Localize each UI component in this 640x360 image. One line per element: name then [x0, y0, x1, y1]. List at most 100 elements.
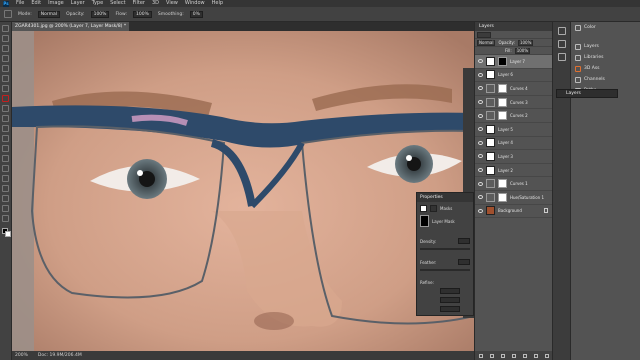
quick-select-tool-icon[interactable] — [2, 55, 9, 62]
layer-thumbnail[interactable] — [486, 56, 495, 66]
color-panel-item[interactable]: Color — [571, 22, 640, 33]
layer-name[interactable]: Layer 4 — [498, 140, 513, 145]
type-tool-icon[interactable] — [2, 175, 9, 182]
pen-tool-icon[interactable] — [2, 165, 9, 172]
trash-icon[interactable] — [545, 353, 550, 358]
flow-field[interactable]: 100% — [133, 10, 152, 18]
invert-button[interactable] — [440, 306, 460, 312]
color-panel-icon[interactable] — [558, 27, 566, 35]
brush-tool-icon[interactable] — [2, 95, 9, 102]
eye-visibility-icon[interactable] — [478, 59, 483, 64]
layer-name[interactable]: Layer 6 — [498, 72, 513, 77]
adjustment-thumbnail-icon[interactable] — [486, 97, 495, 107]
adjustment-thumbnail-icon[interactable] — [486, 111, 495, 121]
adjustments-panel-icon[interactable] — [558, 53, 566, 61]
layer-mask-thumbnail[interactable] — [498, 97, 507, 107]
adjustment-layer-icon[interactable] — [511, 353, 516, 358]
layer-row[interactable]: Layer 4 — [475, 137, 552, 151]
layer-name[interactable]: Layer 2 — [498, 168, 513, 173]
libraries-panel-item[interactable]: Libraries — [571, 52, 640, 63]
eye-visibility-icon[interactable] — [478, 195, 483, 200]
adjustment-thumbnail-icon[interactable] — [486, 83, 495, 93]
layer-thumbnail[interactable] — [486, 70, 495, 80]
pixel-mask-icon[interactable] — [420, 205, 427, 212]
menu-select[interactable]: Select — [110, 0, 125, 7]
eye-visibility-icon[interactable] — [478, 100, 483, 105]
eyedropper-tool-icon[interactable] — [2, 75, 9, 82]
marquee-tool-icon[interactable] — [2, 35, 9, 42]
layer-name[interactable]: Hue/Saturation 1 — [510, 195, 544, 200]
density-slider[interactable] — [420, 248, 470, 250]
menu-filter[interactable]: Filter — [133, 0, 145, 7]
layer-name[interactable]: Layer 5 — [498, 127, 513, 132]
layers-flyout[interactable]: Layers — [556, 89, 618, 98]
layer-thumbnail[interactable] — [486, 165, 495, 175]
spot-healing-tool-icon[interactable] — [2, 85, 9, 92]
layers-panel-item[interactable]: Layers — [571, 41, 640, 52]
layer-name[interactable]: Layer 3 — [498, 154, 513, 159]
eye-visibility-icon[interactable] — [478, 127, 483, 132]
eye-visibility-icon[interactable] — [478, 181, 483, 186]
feather-field[interactable] — [458, 259, 470, 265]
mode-select[interactable]: Normal — [37, 10, 61, 18]
eye-visibility-icon[interactable] — [478, 168, 483, 173]
layer-name[interactable]: Layer 7 — [510, 59, 525, 64]
image-canvas[interactable] — [12, 31, 474, 351]
layer-row[interactable]: Layer 3 — [475, 150, 552, 164]
menu-view[interactable]: View — [166, 0, 178, 7]
menu-3d[interactable]: 3D — [152, 0, 159, 7]
layer-name[interactable]: Curves 4 — [510, 86, 528, 91]
color-range-button[interactable] — [440, 297, 460, 303]
gradient-tool-icon[interactable] — [2, 135, 9, 142]
zoom-tool-icon[interactable] — [2, 215, 9, 222]
layer-row[interactable]: Curves 4 — [475, 82, 552, 96]
eye-visibility-icon[interactable] — [478, 140, 483, 145]
layer-mask-thumbnail[interactable] — [498, 111, 507, 121]
layer-row[interactable]: Curves 3 — [475, 96, 552, 110]
layer-thumbnail[interactable] — [486, 124, 495, 134]
layer-thumbnail[interactable] — [486, 151, 495, 161]
document-tab[interactable]: ZGAR4301.jpg @ 200% (Layer 7, Layer Mask… — [12, 22, 130, 31]
layer-name[interactable]: Background — [498, 208, 522, 213]
lasso-tool-icon[interactable] — [2, 45, 9, 52]
background-color-swatch[interactable] — [5, 231, 11, 237]
layer-fill-field[interactable]: 100% — [514, 47, 531, 54]
blur-tool-icon[interactable] — [2, 145, 9, 152]
layer-mask-thumbnail[interactable] — [498, 179, 507, 189]
blend-mode-select[interactable]: Normal — [477, 39, 496, 46]
menu-file[interactable]: File — [16, 0, 24, 7]
link-layers-icon[interactable] — [478, 353, 483, 358]
eye-visibility-icon[interactable] — [478, 208, 483, 213]
channels-panel-item[interactable]: Channels — [571, 74, 640, 85]
new-layer-icon[interactable] — [534, 353, 539, 358]
layer-opacity-field[interactable]: 100% — [517, 39, 534, 46]
eraser-tool-icon[interactable] — [2, 125, 9, 132]
path-select-tool-icon[interactable] — [2, 185, 9, 192]
3d-assets-panel-item[interactable]: 3D Ass — [571, 63, 640, 74]
density-field[interactable] — [458, 238, 470, 244]
layer-thumbnail[interactable] — [486, 138, 495, 148]
eye-visibility-icon[interactable] — [478, 154, 483, 159]
layer-mask-thumbnail[interactable] — [498, 192, 507, 202]
move-tool-icon[interactable] — [2, 25, 9, 32]
layer-mask-thumbnail[interactable] — [498, 56, 507, 66]
shape-tool-icon[interactable] — [2, 195, 9, 202]
eye-visibility-icon[interactable] — [478, 113, 483, 118]
group-icon[interactable] — [523, 353, 528, 358]
smoothing-field[interactable]: 0% — [189, 10, 203, 18]
menu-layer[interactable]: Layer — [71, 0, 85, 7]
hand-tool-icon[interactable] — [2, 205, 9, 212]
clone-stamp-tool-icon[interactable] — [2, 105, 9, 112]
layer-name[interactable]: Curves 3 — [510, 100, 528, 105]
select-and-mask-button[interactable] — [440, 288, 460, 294]
menu-help[interactable]: Help — [212, 0, 223, 7]
eye-visibility-icon[interactable] — [478, 72, 483, 77]
dodge-tool-icon[interactable] — [2, 155, 9, 162]
menu-type[interactable]: Type — [92, 0, 103, 7]
layer-name[interactable]: Curves 2 — [510, 113, 528, 118]
layer-thumbnail[interactable] — [486, 206, 495, 216]
layer-row[interactable]: Layer 7 — [475, 55, 552, 69]
adjustment-thumbnail-icon[interactable] — [486, 179, 495, 189]
swatches-panel-icon[interactable] — [558, 40, 566, 48]
vector-mask-icon[interactable] — [430, 205, 437, 212]
